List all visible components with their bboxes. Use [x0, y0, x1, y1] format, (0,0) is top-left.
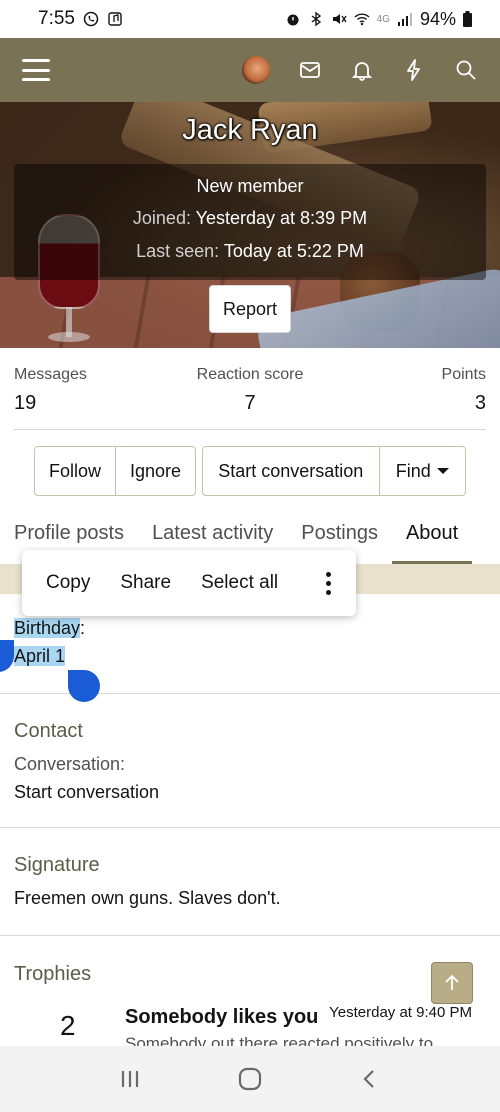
- search-icon[interactable]: [454, 58, 478, 82]
- top-navbar: [0, 38, 500, 102]
- arrow-up-icon: [445, 974, 459, 990]
- stat-reaction-score[interactable]: Reaction score 7: [0, 366, 500, 415]
- conversation-label: Conversation:: [14, 754, 126, 774]
- points-value: 3: [474, 392, 486, 414]
- user-avatar[interactable]: [242, 56, 270, 84]
- ignore-button[interactable]: Ignore: [115, 447, 195, 495]
- share-menu-item[interactable]: Share: [120, 572, 171, 594]
- select-all-menu-item[interactable]: Select all: [201, 572, 278, 594]
- scroll-to-top-button[interactable]: [431, 962, 473, 1004]
- signature-title: Signature: [14, 854, 100, 876]
- battery-level: 94%: [419, 8, 456, 29]
- trophy-item: 2 Somebody likes you Yesterday at 9:40 P…: [0, 1000, 500, 1053]
- birthday-label: Birthday: [14, 618, 81, 638]
- profile-cover: Jack Ryan New member Joined: Yesterday a…: [0, 102, 500, 348]
- points-label: Points: [441, 366, 486, 383]
- music-icon: [108, 12, 122, 26]
- signal-icon: [397, 13, 412, 26]
- trophy-points: 2: [60, 1010, 76, 1041]
- status-time: 7:55: [38, 8, 75, 29]
- joined-value: Yesterday at 8:39 PM: [195, 208, 368, 228]
- report-button[interactable]: Report: [209, 285, 291, 333]
- birthday-value: April 1: [14, 646, 66, 666]
- follow-button[interactable]: Follow: [35, 447, 115, 495]
- copy-menu-item[interactable]: Copy: [46, 572, 90, 594]
- recent-apps-icon[interactable]: [118, 1067, 142, 1091]
- contact-section: Contact Conversation: Start conversation: [0, 694, 500, 828]
- member-role: New member: [196, 176, 304, 196]
- bluetooth-icon: [311, 11, 321, 27]
- alarm-icon: [287, 14, 299, 26]
- reaction-value: 7: [244, 392, 256, 414]
- follow-ignore-group: Follow Ignore: [34, 446, 196, 496]
- back-icon[interactable]: [358, 1067, 382, 1091]
- conversation-find-group: Start conversation Find: [202, 446, 466, 496]
- signature-text: Freemen own guns. Slaves don't.: [14, 888, 281, 908]
- trophy-title: Somebody likes you: [125, 1006, 319, 1028]
- contact-title: Contact: [14, 720, 83, 742]
- joined-line: Joined: Yesterday at 8:39 PM: [0, 208, 500, 229]
- text-selection-menu: Copy Share Select all: [22, 550, 356, 616]
- battery-icon: [463, 11, 472, 27]
- more-options-icon[interactable]: [326, 571, 332, 595]
- joined-label: Joined:: [132, 208, 191, 228]
- caret-down-icon: [436, 468, 449, 474]
- home-icon[interactable]: [237, 1066, 263, 1092]
- find-dropdown[interactable]: Find: [378, 447, 465, 495]
- network-type: 4G: [376, 13, 390, 25]
- status-bar: 7:55 4G 94%: [0, 0, 500, 38]
- start-conversation-link[interactable]: Start conversation: [14, 782, 159, 803]
- menu-icon[interactable]: [22, 59, 50, 81]
- lightning-icon[interactable]: [402, 58, 426, 82]
- profile-name: Jack Ryan: [182, 114, 318, 146]
- mute-icon: [332, 14, 347, 24]
- last-seen-label: Last seen:: [136, 241, 220, 261]
- find-label: Find: [395, 460, 431, 481]
- tab-about[interactable]: About: [391, 512, 473, 564]
- birthday-row: Birthday:: [14, 618, 85, 639]
- whatsapp-icon: [83, 11, 99, 27]
- stat-points[interactable]: Points 3: [442, 366, 486, 415]
- reaction-label: Reaction score: [196, 366, 304, 383]
- wifi-icon: [354, 13, 370, 26]
- birthday-value-row: April 1: [14, 646, 66, 667]
- start-conversation-button[interactable]: Start conversation: [203, 447, 379, 495]
- bell-icon[interactable]: [350, 58, 374, 82]
- trophies-title: Trophies: [14, 963, 92, 985]
- signature-section: Signature Freemen own guns. Slaves don't…: [0, 828, 500, 936]
- inbox-icon[interactable]: [298, 58, 322, 82]
- birthday-colon: :: [80, 618, 86, 638]
- android-navigation-bar: [0, 1046, 500, 1112]
- profile-stats: Messages 19 Reaction score 7 Points 3: [14, 360, 486, 430]
- last-seen-line: Last seen: Today at 5:22 PM: [0, 241, 500, 262]
- last-seen-value: Today at 5:22 PM: [223, 241, 364, 261]
- trophy-time: Yesterday at 9:40 PM: [329, 1004, 472, 1021]
